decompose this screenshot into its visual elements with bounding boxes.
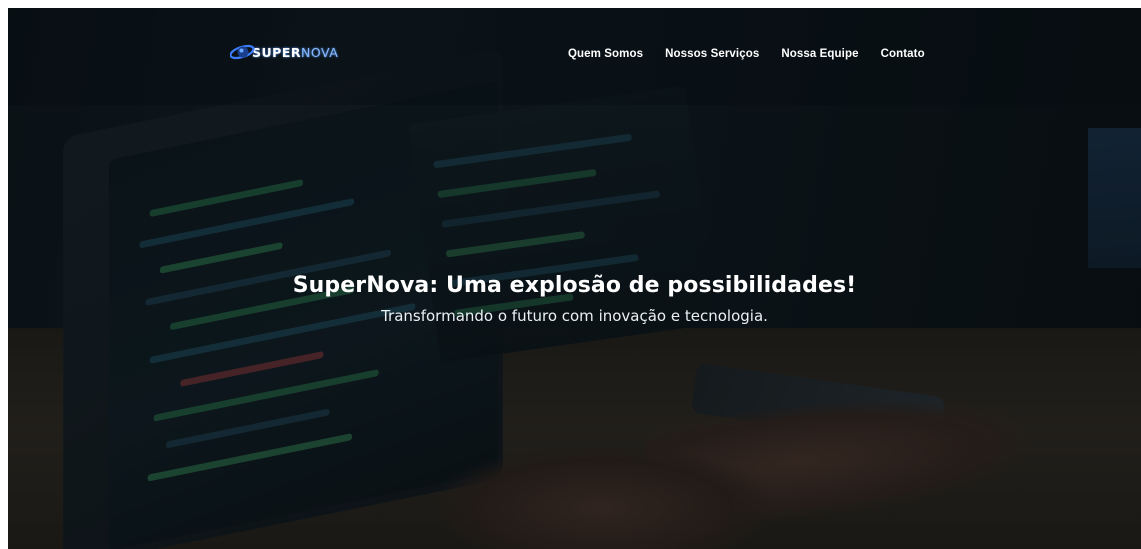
hero-subtitle: Transformando o futuro com inovação e te… <box>381 307 768 325</box>
brand-logo[interactable]: SUPERNOVA <box>229 41 338 63</box>
nav-link-nossa-equipe[interactable]: Nossa Equipe <box>781 48 858 60</box>
hero-title: SuperNova: Uma explosão de possibilidade… <box>292 273 857 298</box>
logo-suffix: NOVA <box>300 44 339 60</box>
main-nav: Quem Somos Nossos Serviços Nossa Equipe … <box>568 48 947 60</box>
nav-link-nossos-servicos[interactable]: Nossos Serviços <box>665 48 759 60</box>
page-frame: SUPERNOVA Quem Somos Nossos Serviços Nos… <box>8 8 1141 549</box>
nav-link-contato[interactable]: Contato <box>881 48 925 60</box>
nav-link-quem-somos[interactable]: Quem Somos <box>568 48 643 60</box>
logo-prefix: SUPER <box>252 44 301 60</box>
planet-orbit-icon <box>229 41 256 63</box>
site-header: SUPERNOVA Quem Somos Nossos Serviços Nos… <box>8 8 1141 105</box>
brand-logo-text: SUPERNOVA <box>252 45 338 60</box>
